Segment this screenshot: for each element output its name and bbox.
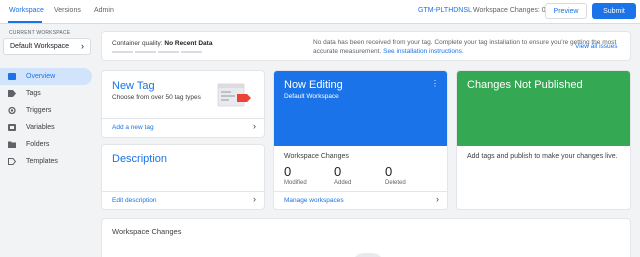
workspace-name: Default Workspace [10,43,70,50]
description-card: Description Edit description › [102,145,264,209]
sidebar-item-label: Overview [26,73,56,80]
tab-workspace[interactable]: Workspace [9,7,44,14]
sidebar: CURRENT WORKSPACE Default Workspace › Ov… [0,24,96,257]
now-editing-workspace: Default Workspace [284,93,339,100]
trigger-icon [8,107,16,114]
folder-icon [8,141,16,148]
sidebar-item-label: Triggers [26,107,52,114]
preview-button[interactable]: Preview [545,3,587,19]
not-published-title: Changes Not Published [467,79,583,91]
container-quality-label: Container quality: No Recent Data [112,40,212,47]
tag-illustration-icon [217,83,251,107]
container-quality-card: Container quality: No Recent Data No dat… [102,32,630,60]
stat-deleted: 0 Deleted [385,164,406,186]
card-divider [274,191,447,192]
active-tab-indicator [8,21,42,23]
more-vert-icon[interactable]: ⋮ [431,79,439,88]
sidebar-item-label: Folders [26,141,50,148]
manage-workspaces-link[interactable]: Manage workspaces [284,197,344,204]
stat-modified: 0 Modified [284,164,307,186]
now-editing-title: Now Editing [284,79,343,91]
now-editing-card: Now Editing Default Workspace ⋮ Workspac… [274,71,447,209]
add-new-tag-link[interactable]: Add a new tag [112,124,154,131]
not-published-message: Add tags and publish to make your change… [467,153,618,160]
stat-label: Added [334,180,352,186]
card-divider [102,118,264,119]
sidebar-item-label: Templates [26,158,58,165]
new-tag-title[interactable]: New Tag [112,80,155,92]
quality-value: No Recent Data [164,40,213,47]
quality-message-text: No data has been received from your tag.… [313,39,617,55]
empty-state-illustration-icon [352,253,384,257]
stat-label: Deleted [385,180,406,186]
stat-added: 0 Added [334,164,351,186]
variables-icon [8,124,16,131]
changes-not-published-card: Changes Not Published Add tags and publi… [457,71,630,209]
stat-value: 0 [385,164,393,179]
workspace-changes-label: Workspace Changes [284,153,349,160]
tab-versions[interactable]: Versions [54,7,81,14]
workspace-changes-count: Workspace Changes: 0 [473,7,546,14]
view-all-issues-link[interactable]: View all issues [575,43,618,50]
new-tag-subtitle: Choose from over 50 tag types [112,94,201,101]
tag-icon [8,90,16,97]
description-title: Description [112,153,168,165]
submit-button[interactable]: Submit [592,3,636,19]
chevron-right-icon: › [253,194,256,204]
chevron-right-icon: › [253,121,256,131]
edit-description-link[interactable]: Edit description [112,197,156,204]
sidebar-item-label: Variables [26,124,55,131]
workspace-changes-title: Workspace Changes [112,227,182,236]
workspace-selector[interactable]: Default Workspace › [3,38,91,55]
stat-value: 0 [334,164,342,179]
installation-instructions-link[interactable]: See installation instructions. [383,48,464,55]
template-icon [8,158,16,165]
sidebar-item-triggers[interactable]: Triggers [0,102,92,119]
quality-label-text: Container quality: [112,40,163,47]
not-published-header: Changes Not Published [457,71,630,146]
workspace-changes-card: Workspace Changes [102,219,630,257]
now-editing-header: Now Editing Default Workspace ⋮ [274,71,447,146]
sidebar-item-templates[interactable]: Templates [0,153,92,170]
stat-label: Modified [284,180,307,186]
sidebar-item-overview[interactable]: Overview [0,68,92,85]
top-bar: Workspace Versions Admin GTM-PLTHDNSL Wo… [0,0,640,24]
tab-admin[interactable]: Admin [94,7,114,14]
chevron-right-icon: › [81,41,84,51]
new-tag-card[interactable]: New Tag Choose from over 50 tag types Ad… [102,71,264,137]
sidebar-item-label: Tags [26,90,41,97]
overview-icon [8,73,16,80]
sidebar-item-variables[interactable]: Variables [0,119,92,136]
sidebar-item-tags[interactable]: Tags [0,85,92,102]
chevron-right-icon: › [436,194,439,204]
sidebar-item-folders[interactable]: Folders [0,136,92,153]
card-divider [102,191,264,192]
container-id[interactable]: GTM-PLTHDNSL [418,7,472,14]
quality-meter [112,51,202,53]
stat-value: 0 [284,164,292,179]
current-workspace-label: CURRENT WORKSPACE [9,30,71,36]
